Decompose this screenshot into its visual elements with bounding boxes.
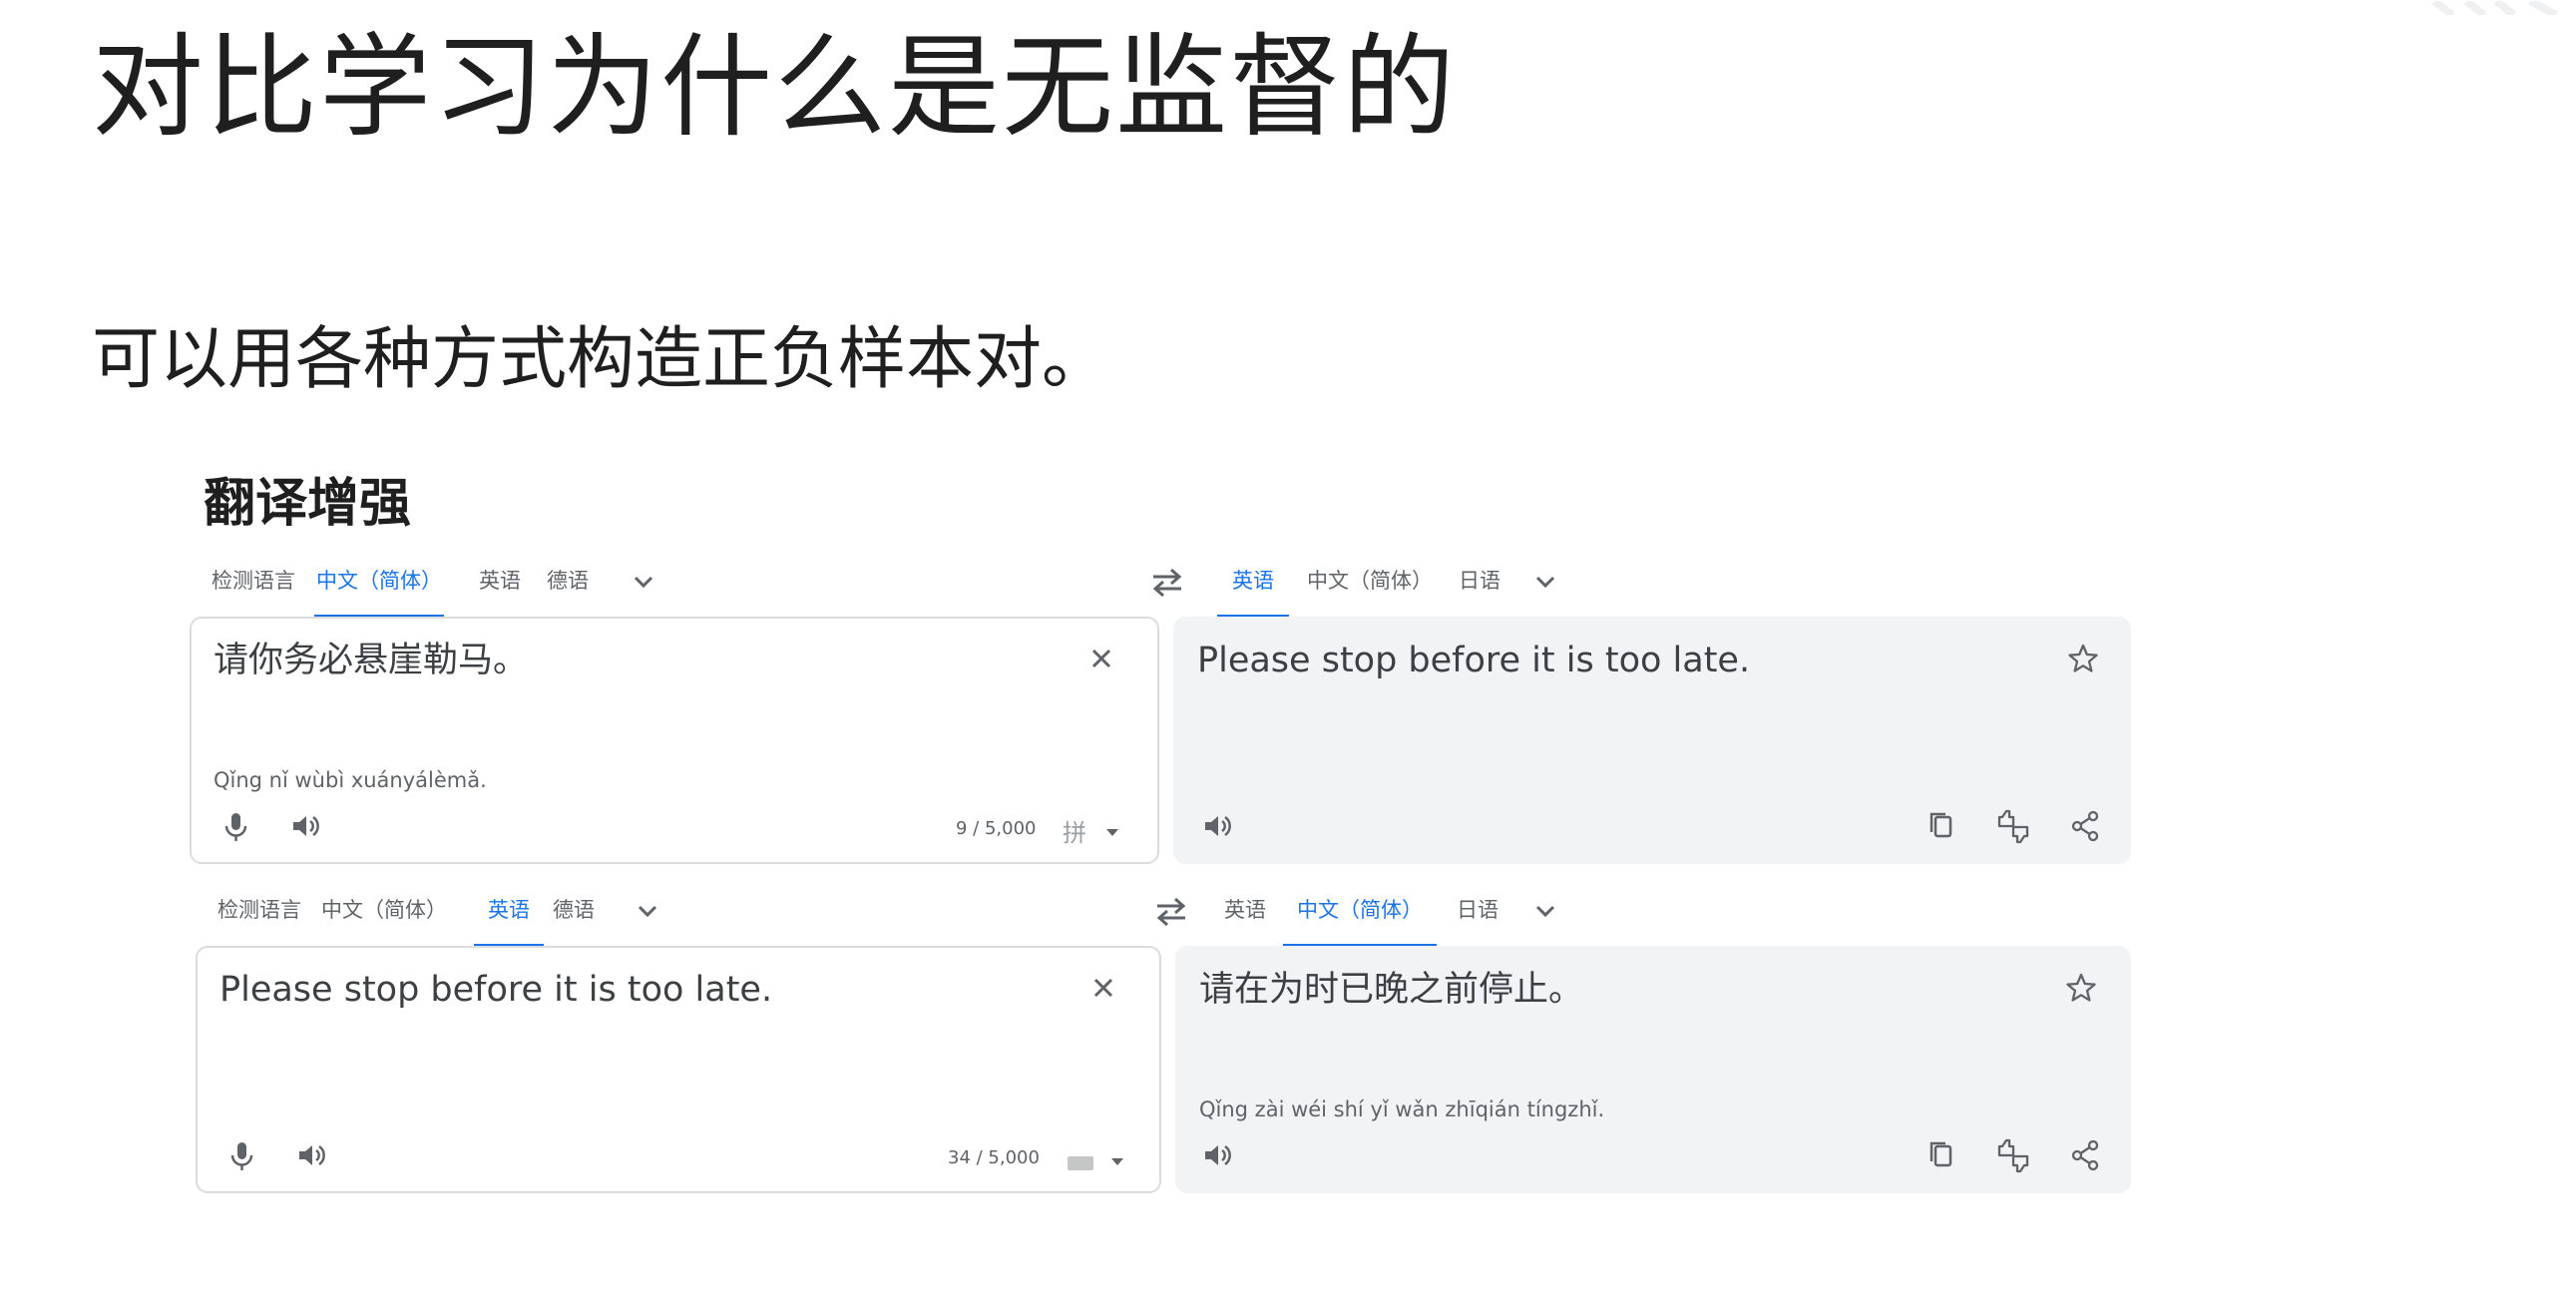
source-text-box[interactable]: 请你务必悬崖勒马。 Qǐng nǐ wùbì xuányálèmǎ. 9 / 5… [190,617,1159,864]
tab-english[interactable]: 英语 [474,876,544,948]
tab-german[interactable]: 德语 [549,876,599,944]
thumbs-rating-icon[interactable] [1991,804,2035,848]
input-method-label: 拼 [1063,819,1086,847]
microphone-icon[interactable] [219,1133,263,1177]
input-method-selector[interactable]: 拼 [1063,818,1122,848]
tab-chinese-simplified[interactable]: 中文（简体） [314,547,444,619]
corner-watermark [2426,0,2576,19]
chevron-down-icon[interactable] [1530,896,1560,926]
source-text[interactable]: 请你务必悬崖勒马。 [214,637,528,684]
character-counter: 34 / 5,000 [948,1147,1040,1168]
copy-icon[interactable] [1920,804,1963,848]
source-language-bar: 检测语言 中文（简体） 英语 德语 [190,547,1157,619]
share-icon[interactable] [2063,1133,2107,1177]
copy-icon[interactable] [1920,1133,1963,1177]
target-language-bar: 英语 中文（简体） 日语 [1217,876,2140,948]
translation-output-box: Please stop before it is too late. [1173,617,2131,864]
slide-title: 对比学习为什么是无监督的 [92,23,1457,153]
tab-japanese[interactable]: 日语 [1455,547,1504,615]
tab-chinese-simplified[interactable]: 中文（简体） [319,876,449,944]
tab-english[interactable]: 英语 [475,547,525,615]
thumbs-rating-icon[interactable] [1991,1133,2035,1177]
slide-subtitle: 可以用各种方式构造正负样本对。 [92,320,1110,399]
star-icon[interactable] [2059,966,2103,1010]
close-icon[interactable] [1081,966,1125,1010]
input-method-selector[interactable] [1068,1147,1127,1177]
speaker-icon[interactable] [1195,1133,1239,1177]
keyboard-icon [1068,1156,1093,1170]
tab-english[interactable]: 英语 [1217,547,1289,619]
tab-chinese-simplified[interactable]: 中文（简体） [1283,876,1437,948]
chevron-down-icon[interactable] [633,896,662,926]
microphone-icon[interactable] [214,804,257,848]
tab-detect-language[interactable]: 检测语言 [208,547,299,615]
tab-english[interactable]: 英语 [1219,876,1271,944]
speaker-icon[interactable] [1195,804,1239,848]
share-icon[interactable] [2063,804,2107,848]
tab-japanese[interactable]: 日语 [1453,876,1503,944]
speaker-icon[interactable] [289,1133,333,1177]
caret-down-icon [1111,1158,1123,1165]
caret-down-icon [1106,829,1118,836]
translation-romanization: Qǐng zài wéi shí yǐ wǎn zhīqián tíngzhǐ. [1199,1097,1605,1121]
source-language-bar: 检测语言 中文（简体） 英语 德语 [190,876,1157,948]
translation-text: Please stop before it is too late. [1197,641,1751,680]
tab-german[interactable]: 德语 [543,547,593,615]
tab-chinese-simplified[interactable]: 中文（简体） [1305,547,1435,615]
target-language-bar: 英语 中文（简体） 日语 [1217,547,2140,619]
speaker-icon[interactable] [283,804,327,848]
translation-text: 请在为时已晚之前停止。 [1199,970,1584,1010]
source-text[interactable]: Please stop before it is too late. [219,966,772,1014]
translation-output-box: 请在为时已晚之前停止。 Qǐng zài wéi shí yǐ wǎn zhīq… [1175,946,2131,1193]
swap-languages-icon[interactable] [1151,894,1191,928]
swap-languages-icon[interactable] [1147,565,1187,599]
star-icon[interactable] [2061,637,2105,680]
source-romanization: Qǐng nǐ wùbì xuányálèmǎ. [214,768,487,792]
chevron-down-icon[interactable] [1530,567,1560,597]
tab-detect-language[interactable]: 检测语言 [214,876,305,944]
chevron-down-icon[interactable] [629,567,658,597]
source-text-box[interactable]: Please stop before it is too late. 34 / … [196,946,1161,1193]
close-icon[interactable] [1079,637,1123,680]
character-counter: 9 / 5,000 [956,818,1037,839]
section-label: 翻译增强 [204,474,412,534]
